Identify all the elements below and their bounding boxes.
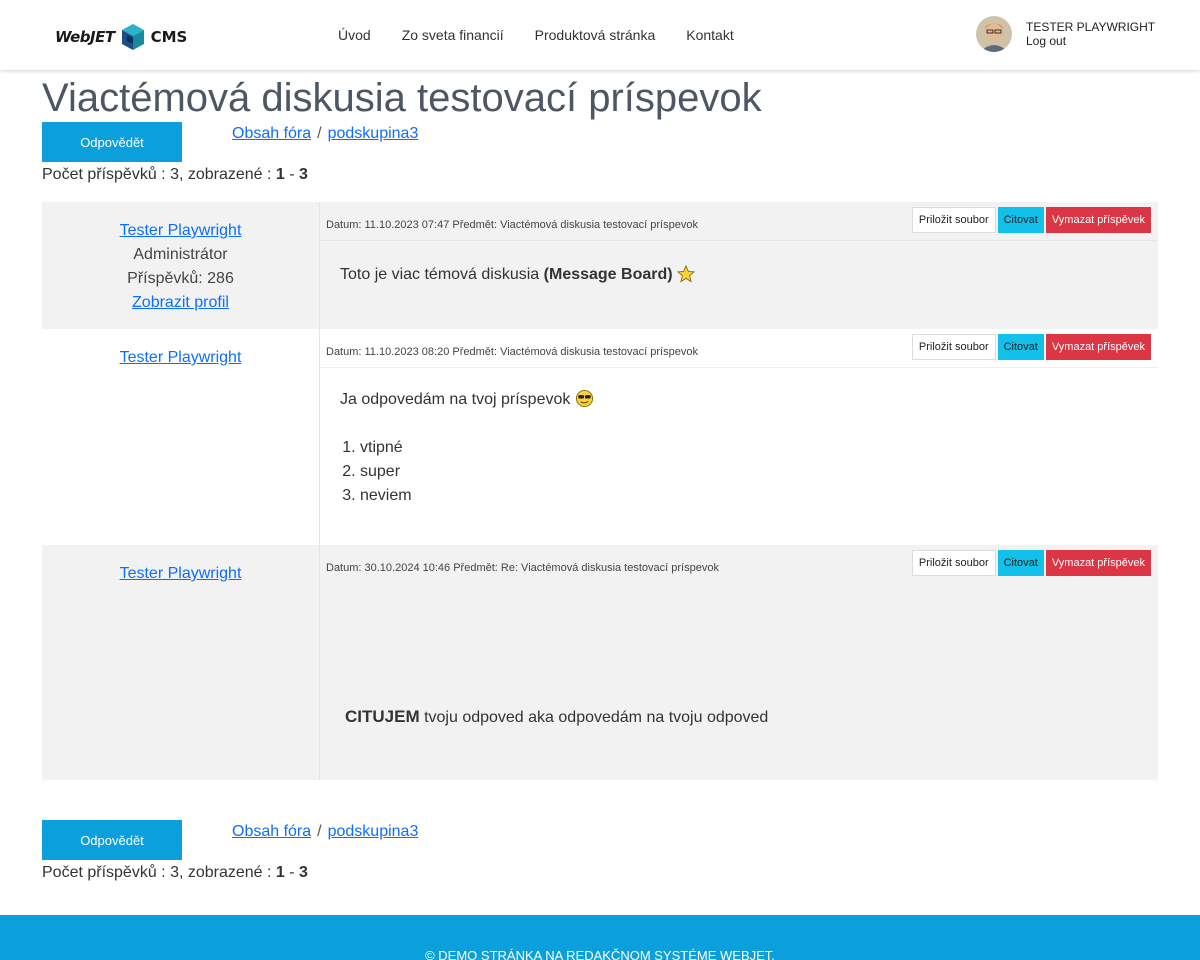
list-item: super xyxy=(360,460,594,484)
attach-file-button[interactable]: Priložit soubor xyxy=(911,334,996,360)
post-count-bottom: Počet příspěvků : 3, zobrazené : 1 - 3 xyxy=(42,864,308,881)
attach-file-button[interactable]: Priložit soubor xyxy=(911,550,996,576)
avatar[interactable] xyxy=(976,16,1012,52)
logout-link[interactable]: Log out xyxy=(1026,34,1155,48)
profile-link[interactable]: Zobrazit profil xyxy=(132,294,229,311)
post-author: Tester Playwright Administrátor Příspěvk… xyxy=(42,202,320,329)
post-body: CITUJEM tvoju odpoved aka odpovedám na t… xyxy=(345,707,769,726)
post-meta: Datum: 11.10.2023 07:47 Předmět: Viactém… xyxy=(326,219,698,231)
breadcrumb-group-link[interactable]: podskupina3 xyxy=(328,823,419,840)
logo-text-right: CMS xyxy=(150,28,188,46)
post-count-top: Počet příspěvků : 3, zobrazené : 1 - 3 xyxy=(42,166,308,183)
forum-post: Tester Playwright Datum: 11.10.2023 08:2… xyxy=(42,329,1158,545)
breadcrumb-forum-link[interactable]: Obsah fóra xyxy=(232,823,311,840)
nav-item-financie[interactable]: Zo sveta financií xyxy=(402,27,504,43)
main-nav: Úvod Zo sveta financií Produktová stránk… xyxy=(338,27,765,43)
delete-post-button[interactable]: Vymazat příspěvek xyxy=(1045,334,1151,360)
nav-item-produkt[interactable]: Produktová stránka xyxy=(535,27,656,43)
author-link[interactable]: Tester Playwright xyxy=(120,349,242,366)
author-link[interactable]: Tester Playwright xyxy=(120,222,242,239)
forum-post: Tester Playwright Datum: 30.10.2024 10:4… xyxy=(42,545,1158,780)
author-link[interactable]: Tester Playwright xyxy=(120,565,242,582)
user-name: TESTER PLAYWRIGHT xyxy=(1026,20,1156,34)
breadcrumb-top: Obsah fóra / podskupina3 xyxy=(232,125,419,142)
reply-button-bottom[interactable]: Odpovědět xyxy=(42,820,182,860)
attach-file-button[interactable]: Priložit soubor xyxy=(911,207,996,233)
logo-cube-icon xyxy=(121,24,144,50)
list-item: neviem xyxy=(360,484,594,508)
delete-post-button[interactable]: Vymazat příspěvek xyxy=(1045,550,1151,576)
author-post-count: Příspěvků: 286 xyxy=(127,270,234,287)
quote-button[interactable]: Citovat xyxy=(997,334,1044,360)
quote-button[interactable]: Citovat xyxy=(997,207,1044,233)
list-item: vtipné xyxy=(360,436,594,460)
delete-post-button[interactable]: Vymazat příspěvek xyxy=(1045,207,1151,233)
star-icon xyxy=(676,264,696,283)
nav-item-uvod[interactable]: Úvod xyxy=(338,27,371,43)
forum-post: Tester Playwright Administrátor Příspěvk… xyxy=(42,202,1158,329)
reply-button-top[interactable]: Odpovědět xyxy=(42,122,182,162)
webjet-logo[interactable]: WebJET CMS xyxy=(55,22,187,52)
logo-text-left: WebJET xyxy=(55,28,115,46)
post-author: Tester Playwright xyxy=(42,545,320,780)
post-body: Ja odpovedám na tvoj príspevok vtipné su… xyxy=(340,388,594,508)
breadcrumb-group-link[interactable]: podskupina3 xyxy=(328,125,419,142)
post-author: Tester Playwright xyxy=(42,329,320,545)
cool-smiley-icon xyxy=(575,389,593,408)
quote-label: CITUJEM xyxy=(345,707,420,726)
footer-text: © DEMO STRÁNKA NA REDAKČNOM SYSTÉME WEBJ… xyxy=(425,948,775,960)
nav-item-kontakt[interactable]: Kontakt xyxy=(686,27,733,43)
post-body: Toto je viac témová diskusia (Message Bo… xyxy=(340,264,696,284)
page-title: Viactémová diskusia testovací príspevok xyxy=(42,76,762,120)
post-meta: Datum: 30.10.2024 10:46 Předmět: Re: Via… xyxy=(326,562,719,574)
user-menu: TESTER PLAYWRIGHT Log out xyxy=(976,16,1155,52)
site-footer: © DEMO STRÁNKA NA REDAKČNOM SYSTÉME WEBJ… xyxy=(0,915,1200,960)
post-meta: Datum: 11.10.2023 08:20 Předmět: Viactém… xyxy=(326,346,698,358)
author-role: Administrátor xyxy=(133,246,228,263)
site-header: WebJET CMS Úvod Zo sveta financií Produk… xyxy=(0,0,1200,70)
quote-button[interactable]: Citovat xyxy=(997,550,1044,576)
breadcrumb-forum-link[interactable]: Obsah fóra xyxy=(232,125,311,142)
breadcrumb-bottom: Obsah fóra / podskupina3 xyxy=(232,823,419,840)
